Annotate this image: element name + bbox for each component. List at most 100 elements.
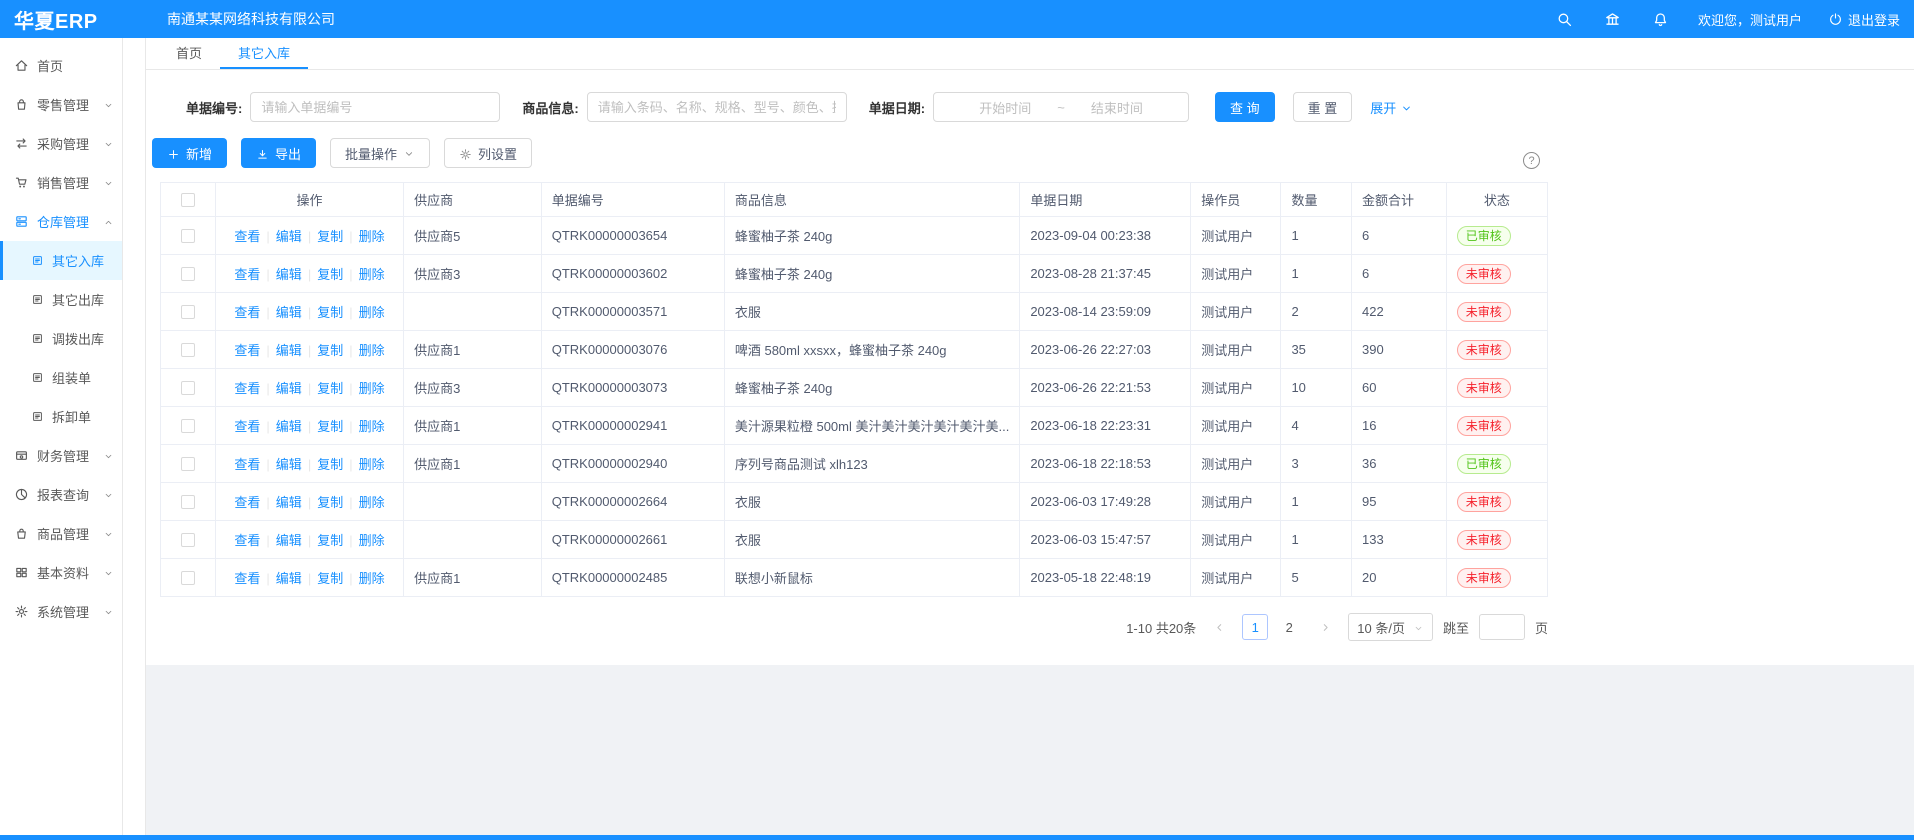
op-copy-link[interactable]: 复制	[317, 533, 343, 548]
op-copy-link[interactable]: 复制	[317, 571, 343, 586]
sidebar-item-sales[interactable]: 销售管理	[0, 163, 122, 202]
reset-button[interactable]: 重 置	[1293, 92, 1353, 122]
op-delete-link[interactable]: 删除	[359, 343, 385, 358]
sidebar-item-goods[interactable]: 商品管理	[0, 514, 122, 553]
sidebar-item-finance[interactable]: 财务管理	[0, 436, 122, 475]
op-edit-link[interactable]: 编辑	[276, 419, 302, 434]
op-edit-link[interactable]: 编辑	[276, 267, 302, 282]
op-copy-link[interactable]: 复制	[317, 495, 343, 510]
op-view-link[interactable]: 查看	[234, 419, 260, 434]
sidebar-subitem-disassembly[interactable]: 拆卸单	[0, 397, 122, 436]
op-edit-link[interactable]: 编辑	[276, 381, 302, 396]
select-all-checkbox[interactable]	[181, 193, 195, 207]
expand-link[interactable]: 展开	[1370, 98, 1413, 117]
op-delete-link[interactable]: 删除	[359, 419, 385, 434]
sidebar-subitem-other-outbound[interactable]: 其它出库	[0, 280, 122, 319]
bell-icon[interactable]	[1650, 8, 1672, 30]
batch-operations-button[interactable]: 批量操作	[330, 138, 430, 168]
sidebar-item-label: 销售管理	[37, 173, 95, 192]
row-checkbox[interactable]	[181, 381, 195, 395]
op-delete-link[interactable]: 删除	[359, 229, 385, 244]
page-button-1[interactable]: 1	[1242, 614, 1268, 640]
content-panel: 单据编号: 商品信息: 单据日期: 开始时间 ~ 结束时间 查 询 重 置 展开	[146, 70, 1548, 641]
next-page-button[interactable]	[1312, 614, 1338, 640]
sidebar-item-purchase[interactable]: 采购管理	[0, 124, 122, 163]
bill-no-input[interactable]	[250, 92, 500, 122]
op-copy-link[interactable]: 复制	[317, 381, 343, 396]
op-copy-link[interactable]: 复制	[317, 305, 343, 320]
prev-page-button[interactable]	[1206, 614, 1232, 640]
op-delete-link[interactable]: 删除	[359, 495, 385, 510]
op-delete-link[interactable]: 删除	[359, 267, 385, 282]
op-view-link[interactable]: 查看	[234, 267, 260, 282]
op-edit-link[interactable]: 编辑	[276, 229, 302, 244]
op-separator: |	[266, 571, 269, 586]
op-delete-link[interactable]: 删除	[359, 533, 385, 548]
search-icon[interactable]	[1554, 8, 1576, 30]
op-view-link[interactable]: 查看	[234, 381, 260, 396]
export-button[interactable]: 导出	[241, 138, 316, 168]
sidebar-item-warehouse[interactable]: 仓库管理	[0, 202, 122, 241]
bank-icon[interactable]	[1602, 8, 1624, 30]
search-button[interactable]: 查 询	[1215, 92, 1275, 122]
column-settings-button[interactable]: 列设置	[444, 138, 532, 168]
help-icon[interactable]: ?	[1523, 152, 1540, 169]
op-view-link[interactable]: 查看	[234, 533, 260, 548]
op-view-link[interactable]: 查看	[234, 305, 260, 320]
page-size-select[interactable]: 10 条/页	[1348, 613, 1433, 641]
row-checkbox[interactable]	[181, 343, 195, 357]
date-start-placeholder: 开始时间	[979, 98, 1031, 117]
row-checkbox[interactable]	[181, 571, 195, 585]
sidebar-subitem-assembly[interactable]: 组装单	[0, 358, 122, 397]
goods-info-input[interactable]	[587, 92, 847, 122]
op-edit-link[interactable]: 编辑	[276, 305, 302, 320]
op-delete-link[interactable]: 删除	[359, 305, 385, 320]
cell-qty: 4	[1281, 407, 1352, 445]
logout-button[interactable]: 退出登录	[1828, 10, 1900, 29]
row-checkbox[interactable]	[181, 229, 195, 243]
op-separator: |	[308, 495, 311, 510]
jump-page-input[interactable]	[1479, 614, 1525, 640]
purchase-icon	[14, 136, 29, 151]
tab-other-inbound[interactable]: 其它入库	[220, 38, 308, 69]
date-range-input[interactable]: 开始时间 ~ 结束时间	[933, 92, 1189, 122]
sidebar-item-home[interactable]: 首页	[0, 46, 122, 85]
op-copy-link[interactable]: 复制	[317, 419, 343, 434]
op-edit-link[interactable]: 编辑	[276, 571, 302, 586]
sidebar-item-basic[interactable]: 基本资料	[0, 553, 122, 592]
row-checkbox[interactable]	[181, 305, 195, 319]
page-button-2[interactable]: 2	[1276, 614, 1302, 640]
op-edit-link[interactable]: 编辑	[276, 343, 302, 358]
op-copy-link[interactable]: 复制	[317, 267, 343, 282]
sidebar-item-report[interactable]: 报表查询	[0, 475, 122, 514]
op-view-link[interactable]: 查看	[234, 495, 260, 510]
sidebar-subitem-transfer-outbound[interactable]: 调拨出库	[0, 319, 122, 358]
add-button[interactable]: 新增	[152, 138, 227, 168]
row-checkbox[interactable]	[181, 457, 195, 471]
op-view-link[interactable]: 查看	[234, 343, 260, 358]
cell-bill-no: QTRK00000002485	[541, 559, 724, 597]
op-edit-link[interactable]: 编辑	[276, 533, 302, 548]
op-copy-link[interactable]: 复制	[317, 343, 343, 358]
op-copy-link[interactable]: 复制	[317, 457, 343, 472]
sidebar-item-retail[interactable]: 零售管理	[0, 85, 122, 124]
op-delete-link[interactable]: 删除	[359, 381, 385, 396]
row-checkbox[interactable]	[181, 533, 195, 547]
op-edit-link[interactable]: 编辑	[276, 495, 302, 510]
row-checkbox[interactable]	[181, 419, 195, 433]
op-edit-link[interactable]: 编辑	[276, 457, 302, 472]
op-delete-link[interactable]: 删除	[359, 571, 385, 586]
chevron-down-icon	[103, 178, 114, 189]
op-copy-link[interactable]: 复制	[317, 229, 343, 244]
tab-home[interactable]: 首页	[158, 38, 220, 69]
op-view-link[interactable]: 查看	[234, 457, 260, 472]
op-delete-link[interactable]: 删除	[359, 457, 385, 472]
sidebar-subitem-other-inbound[interactable]: 其它入库	[0, 241, 122, 280]
row-checkbox[interactable]	[181, 267, 195, 281]
op-view-link[interactable]: 查看	[234, 229, 260, 244]
sidebar-item-system[interactable]: 系统管理	[0, 592, 122, 631]
chevron-right-icon	[1319, 621, 1332, 634]
cell-supplier: 供应商1	[404, 331, 542, 369]
op-view-link[interactable]: 查看	[234, 571, 260, 586]
row-checkbox[interactable]	[181, 495, 195, 509]
